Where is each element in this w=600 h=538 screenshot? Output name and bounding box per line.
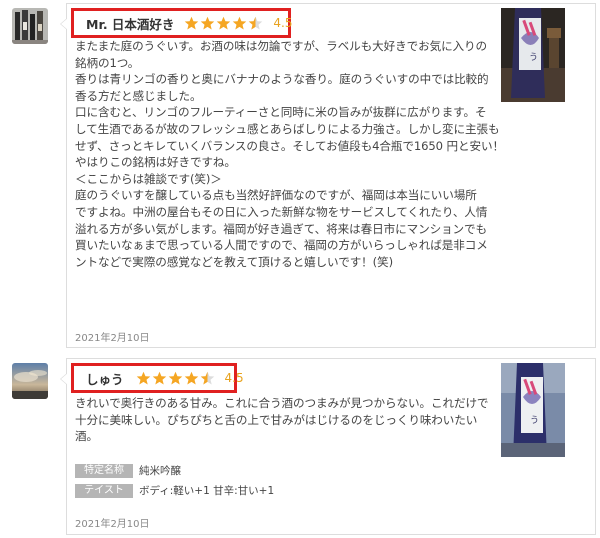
review-line: 庭のうぐいすを醸している点も当然好評価なのですが、福岡は本当にいい場所: [75, 188, 477, 203]
rating-score: 4.5: [273, 16, 293, 30]
sake-bottle-photo[interactable]: う: [501, 8, 565, 102]
review-line: 買いたいなぁまで思っている人間ですので、福岡の方がいらっしゃれば是非コメ: [75, 238, 488, 253]
review-line: 酒。: [75, 429, 98, 444]
star-icon: [201, 16, 215, 29]
rating-header: しゅう 4.5: [71, 363, 244, 393]
reviewer-avatar[interactable]: [12, 363, 48, 399]
review-line: 十分に美味しい。ぴちぴちと舌の上で甘みがはじけるのをじっくり味わいたい: [75, 412, 478, 427]
reviewer-name[interactable]: しゅう: [86, 369, 124, 388]
review-line: やはりこの銘柄は好きですね。: [75, 155, 236, 170]
reviewer-name[interactable]: Mr. 日本酒好き: [86, 14, 174, 33]
spec-value: ボディ:軽い+1 甘辛:甘い+1: [139, 485, 275, 497]
review-line: 溢れる方が多い気がします。福岡が好き過ぎて、将来は春日市にマンションでも: [75, 221, 488, 236]
half-star-icon: [249, 16, 263, 29]
review-line: ントなどで実際の感覚などを教えて頂けると嬉しいです！(笑): [75, 254, 394, 269]
rating-score: 4.5: [224, 371, 244, 385]
spec-value: 純米吟醸: [139, 465, 181, 477]
spec-row: 特定名称 純米吟醸: [75, 463, 181, 478]
star-icon: [152, 371, 166, 384]
review-date: 2021年2月10日: [75, 519, 150, 530]
star-icon: [217, 16, 231, 29]
review-line: して生酒であるが故のフレッシュ感とあらばしりによる力強さ。しかし変に主張も: [75, 121, 500, 136]
review-line: 香る方だと感じました。: [75, 88, 202, 103]
review-card: しゅう 4.5 きれいで奥行きのある甘み。これに合う酒のつまみが見つからない。こ…: [60, 358, 596, 535]
svg-text:う: う: [529, 52, 538, 63]
review-line: きれいで奥行きのある甘み。これに合う酒のつまみが見つからない。これだけで: [75, 396, 489, 410]
rating-header: Mr. 日本酒好き 4.5: [71, 8, 293, 38]
star-icon: [185, 16, 199, 29]
star-icon: [168, 371, 182, 384]
review-line: ですよね。中洲の屋台もその日に入った新鮮な物をサービスしてくれたり、人情: [75, 204, 488, 219]
review-line: 銘柄の1つ。: [75, 55, 140, 70]
review-card: Mr. 日本酒好き 4.5 またまた庭のうぐいす。お酒の味は勿論ですが、ラベルも…: [60, 3, 596, 348]
review-line: またまた庭のうぐいす。お酒の味は勿論ですが、ラベルも大好きでお気に入りの: [75, 39, 488, 53]
review-line: 口に含むと、リンゴのフルーティーさと同時に米の旨みが抜群に広がります。そ: [75, 105, 487, 120]
star-rating: [184, 16, 264, 31]
review-line: ＜ここからは雑談です(笑)＞: [75, 171, 222, 186]
review-text: きれいで奥行きのある甘み。これに合う酒のつまみが見つからない。これだけで 十分に…: [75, 395, 495, 445]
review-text: またまた庭のうぐいす。お酒の味は勿論ですが、ラベルも大好きでお気に入りの 銘柄の…: [75, 38, 505, 270]
star-icon: [136, 371, 150, 384]
spec-row: テイスト ボディ:軽い+1 甘辛:甘い+1: [75, 483, 274, 498]
reviewer-avatar[interactable]: [12, 8, 48, 44]
star-icon: [184, 371, 198, 384]
review-line: 香りは青リンゴの香りと奥にバナナのような香り。庭のうぐいすの中では比較的: [75, 72, 489, 87]
spec-label: 特定名称: [75, 463, 133, 478]
svg-text:う: う: [530, 415, 539, 426]
star-rating: [136, 371, 216, 386]
sake-bottle-photo[interactable]: う: [501, 363, 565, 457]
half-star-icon: [200, 371, 214, 384]
review-date: 2021年2月10日: [75, 333, 150, 344]
star-icon: [233, 16, 247, 29]
review-line: せず、さっとキレていくバランスの良さ。そしてお値段も4合瓶で1650 円と安い！: [75, 138, 505, 153]
spec-label: テイスト: [75, 483, 133, 498]
